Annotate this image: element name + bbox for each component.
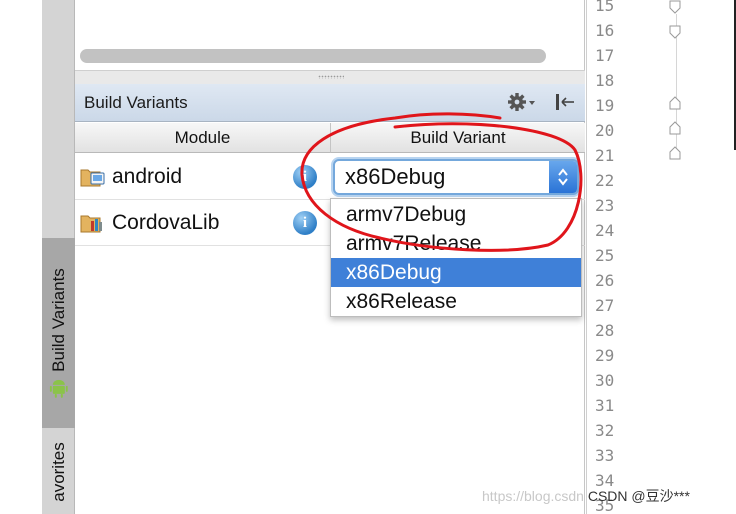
line-number: 33 [595,446,615,465]
line-number: 30 [595,371,615,390]
tab-favorites[interactable]: avorites [42,430,75,514]
android-icon [49,379,68,398]
watermark-url: https://blog.csdn [482,488,584,504]
line-number: 22 [595,171,615,190]
dropdown-option[interactable]: x86Release [331,287,581,316]
watermark: https://blog.csdn CSDN @豆沙*** [482,486,690,506]
panel-header: Build Variants [75,84,585,122]
fold-marker-icon[interactable] [669,121,681,135]
column-build-variant-label: Build Variant [410,127,506,147]
fold-marker-icon[interactable] [669,25,681,39]
settings-button[interactable] [507,92,537,112]
tool-window-strip: Build Variants avorites [42,0,75,514]
column-build-variant-header[interactable]: Build Variant [331,123,585,153]
updown-chevron-icon[interactable] [549,161,577,193]
build-variant-select[interactable]: x86Debug [333,159,579,195]
watermark-label: CSDN @豆沙*** [587,488,690,504]
editor-gutter: 15 16 17 18 19 20 21 22 23 24 25 26 27 2… [586,0,736,514]
tab-build-variants[interactable]: Build Variants [42,238,75,428]
fold-marker-icon[interactable] [669,146,681,160]
hide-pin-icon [556,94,574,110]
line-number: 31 [595,396,615,415]
tab-build-variants-label: Build Variants [48,268,68,372]
info-icon[interactable]: i [293,165,317,189]
library-module-icon [80,212,106,234]
module-name: android [112,165,183,188]
panel-title: Build Variants [84,93,188,112]
line-number: 27 [595,296,615,315]
line-number: 28 [595,321,615,340]
line-number: 18 [595,71,615,90]
module-name: CordovaLib [112,211,220,234]
line-number: 19 [595,96,615,115]
tab-favorites-label: avorites [48,442,68,502]
column-module-header[interactable]: Module [75,123,331,153]
dropdown-option[interactable]: armv7Debug [331,200,581,229]
line-number: 23 [595,196,615,215]
line-number: 32 [595,421,615,440]
line-number: 24 [595,221,615,240]
dropdown-option-selected[interactable]: x86Debug [331,258,581,287]
line-number: 17 [595,46,615,65]
fold-marker-icon[interactable] [669,96,681,110]
table-row[interactable]: android i x86Debug [75,154,585,200]
line-number: 16 [595,21,615,40]
line-number: 26 [595,271,615,290]
line-number: 20 [595,121,615,140]
line-number: 21 [595,146,615,165]
splitter-grip[interactable] [318,75,344,79]
line-number: 15 [595,0,615,15]
android-module-icon [80,166,106,188]
column-module-label: Module [174,127,231,147]
build-variant-dropdown: armv7Debug armv7Release x86Debug x86Rele… [330,198,582,317]
line-number: 25 [595,246,615,265]
info-icon[interactable]: i [293,211,317,235]
build-variant-value: x86Debug [345,164,446,189]
left-margin [0,0,63,514]
fold-marker-icon[interactable] [669,0,681,14]
gear-icon [508,93,535,111]
hide-panel-button[interactable] [553,91,577,113]
line-number: 29 [595,346,615,365]
dropdown-option[interactable]: armv7Release [331,229,581,258]
horizontal-scrollbar[interactable] [80,49,546,63]
